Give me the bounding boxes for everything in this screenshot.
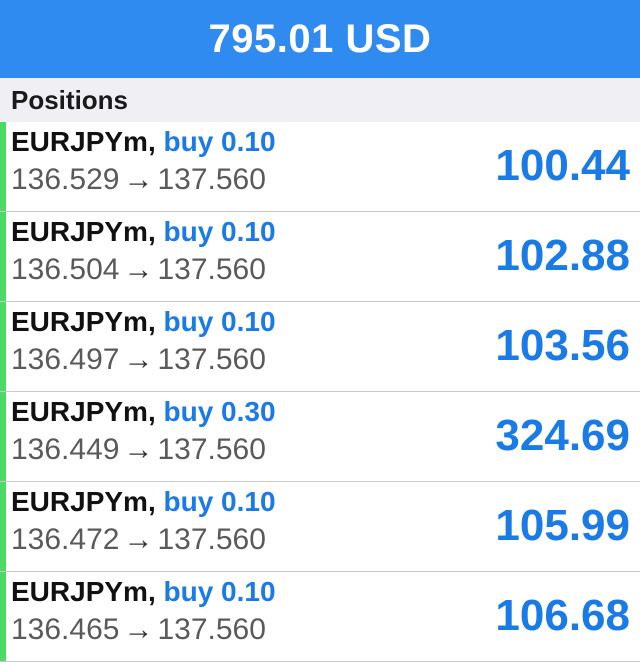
position-title: EURJPYm, buy 0.30 xyxy=(11,395,276,429)
arrow-right-icon: → xyxy=(123,613,154,646)
position-profit: 102.88 xyxy=(495,231,630,280)
position-prices: 136.465 → 137.560 xyxy=(11,612,266,648)
position-side-volume: buy 0.10 xyxy=(163,126,276,157)
position-prices: 136.449 → 137.560 xyxy=(11,432,266,468)
position-profit: 100.44 xyxy=(495,141,630,190)
position-side-volume: buy 0.10 xyxy=(163,486,276,517)
balance-total: 795.01 USD xyxy=(208,16,432,61)
position-prices: 136.472 → 137.560 xyxy=(11,522,266,558)
arrow-right-icon: → xyxy=(123,523,154,556)
position-title: EURJPYm, buy 0.10 xyxy=(11,485,276,519)
open-price: 136.465 xyxy=(11,613,120,646)
open-price: 136.504 xyxy=(11,253,120,286)
position-symbol: EURJPYm xyxy=(11,126,148,157)
position-prices: 136.504 → 137.560 xyxy=(11,252,266,288)
current-price: 137.560 xyxy=(157,613,266,646)
arrow-right-icon: → xyxy=(123,433,154,466)
positions-section-title: Positions xyxy=(11,84,129,115)
position-separator: , xyxy=(147,126,156,157)
open-price: 136.529 xyxy=(11,163,120,196)
position-row[interactable]: EURJPYm, buy 0.10 136.504 → 137.560 102.88 xyxy=(0,212,640,302)
position-row[interactable]: EURJPYm, buy 0.10 136.497 → 137.560 103.56 xyxy=(0,302,640,392)
position-separator: , xyxy=(147,576,156,607)
current-price: 137.560 xyxy=(157,433,266,466)
position-separator: , xyxy=(147,396,156,427)
position-side-volume: buy 0.10 xyxy=(163,576,276,607)
arrow-right-icon: → xyxy=(123,343,154,376)
position-separator: , xyxy=(147,306,156,337)
position-symbol: EURJPYm xyxy=(11,216,148,247)
current-price: 137.560 xyxy=(157,343,266,376)
open-price: 136.449 xyxy=(11,433,120,466)
profit-marker xyxy=(0,392,6,481)
position-title: EURJPYm, buy 0.10 xyxy=(11,215,276,249)
position-title: EURJPYm, buy 0.10 xyxy=(11,575,276,609)
position-profit: 105.99 xyxy=(495,501,630,550)
current-price: 137.560 xyxy=(157,253,266,286)
position-separator: , xyxy=(147,486,156,517)
position-separator: , xyxy=(147,216,156,247)
position-prices: 136.497 → 137.560 xyxy=(11,342,266,378)
position-title: EURJPYm, buy 0.10 xyxy=(11,125,276,159)
profit-marker xyxy=(0,302,6,391)
position-symbol: EURJPYm xyxy=(11,396,148,427)
positions-list: EURJPYm, buy 0.10 136.529 → 137.560 100.44… xyxy=(0,122,640,662)
position-profit: 106.68 xyxy=(495,591,630,640)
profit-marker xyxy=(0,212,6,301)
position-row[interactable]: EURJPYm, buy 0.10 136.472 → 137.560 105.99 xyxy=(0,482,640,572)
arrow-right-icon: → xyxy=(123,253,154,286)
current-price: 137.560 xyxy=(157,523,266,556)
arrow-right-icon: → xyxy=(123,163,154,196)
position-profit: 103.56 xyxy=(495,321,630,370)
positions-section-header: Positions xyxy=(0,78,640,122)
position-side-volume: buy 0.30 xyxy=(163,396,276,427)
current-price: 137.560 xyxy=(157,163,266,196)
balance-header: 795.01 USD xyxy=(0,0,640,78)
position-side-volume: buy 0.10 xyxy=(163,306,276,337)
position-symbol: EURJPYm xyxy=(11,576,148,607)
open-price: 136.472 xyxy=(11,523,120,556)
position-symbol: EURJPYm xyxy=(11,306,148,337)
position-row[interactable]: EURJPYm, buy 0.10 136.465 → 137.560 106.68 xyxy=(0,572,640,662)
position-row[interactable]: EURJPYm, buy 0.30 136.449 → 137.560 324.69 xyxy=(0,392,640,482)
profit-marker xyxy=(0,482,6,571)
position-row[interactable]: EURJPYm, buy 0.10 136.529 → 137.560 100.44 xyxy=(0,122,640,212)
position-symbol: EURJPYm xyxy=(11,486,148,517)
position-title: EURJPYm, buy 0.10 xyxy=(11,305,276,339)
position-side-volume: buy 0.10 xyxy=(163,216,276,247)
profit-marker xyxy=(0,122,6,211)
position-profit: 324.69 xyxy=(495,411,630,460)
profit-marker xyxy=(0,572,6,661)
position-prices: 136.529 → 137.560 xyxy=(11,162,266,198)
open-price: 136.497 xyxy=(11,343,120,376)
